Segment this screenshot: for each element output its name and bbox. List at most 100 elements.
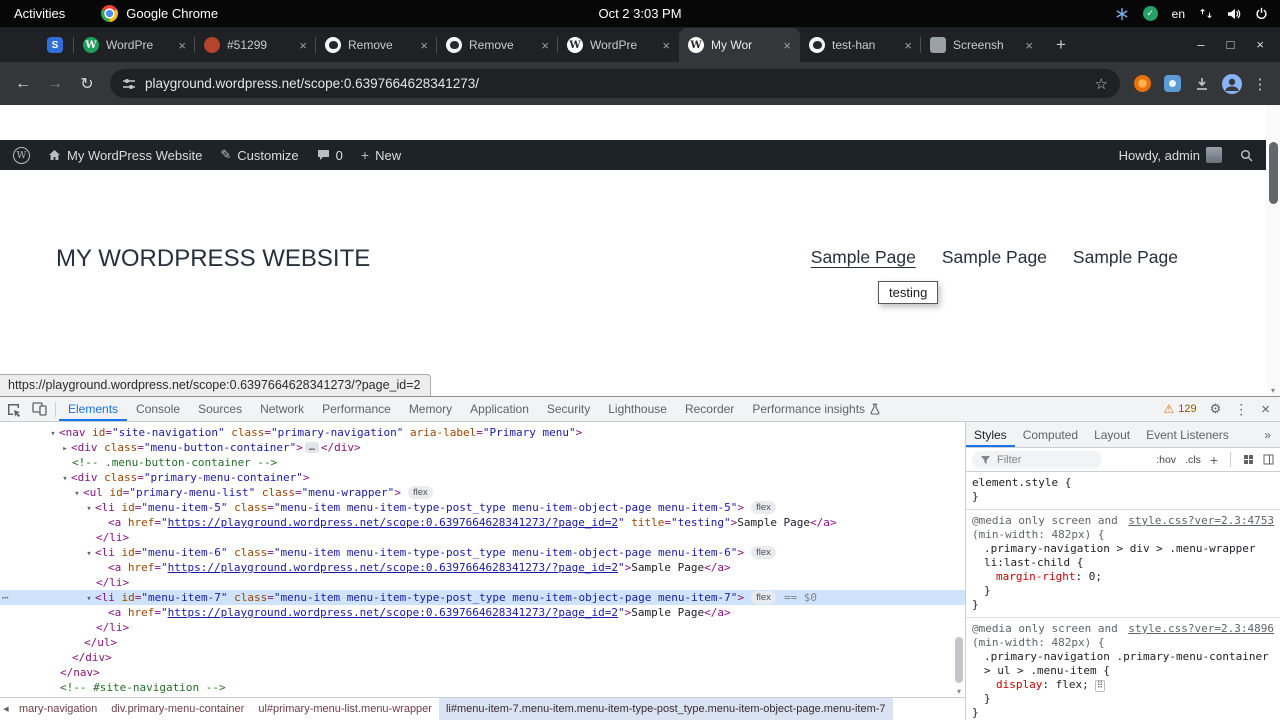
remote-share-icon[interactable]	[1115, 7, 1129, 21]
tab-close-icon[interactable]: ×	[299, 39, 307, 52]
tab-close-icon[interactable]: ×	[420, 39, 428, 52]
minimize-button[interactable]: –	[1197, 37, 1204, 52]
scroll-down-icon[interactable]: ▾	[1266, 386, 1280, 395]
scrollbar-thumb[interactable]	[955, 637, 963, 683]
device-toolbar-icon[interactable]	[26, 397, 52, 421]
stylesheet-source-link[interactable]: style.css?ver=2.3:4896	[1128, 622, 1274, 636]
browser-menu-icon[interactable]: ⋮	[1248, 75, 1272, 93]
pseudo-state-button[interactable]: :hov	[1156, 454, 1176, 466]
extension-icon[interactable]	[1128, 75, 1156, 92]
site-name-menu[interactable]: My WordPress Website	[39, 140, 211, 170]
admin-search[interactable]	[1231, 149, 1262, 162]
downloads-icon[interactable]	[1188, 76, 1216, 92]
page-menu-item[interactable]: Sample Page	[811, 247, 916, 268]
back-button[interactable]: ←	[8, 69, 38, 99]
updates-ready-icon[interactable]: ✓	[1142, 6, 1158, 21]
tab-close-icon[interactable]: ×	[904, 39, 912, 52]
overflow-dots-icon[interactable]: …	[304, 442, 319, 453]
wp-logo-menu[interactable]: W	[4, 140, 39, 170]
devtools-tab-recorder[interactable]: Recorder	[676, 397, 743, 421]
tab-close-icon[interactable]: ×	[783, 39, 791, 52]
profile-avatar-icon[interactable]	[1218, 73, 1246, 94]
browser-tab[interactable]: test-han ×	[800, 28, 921, 62]
rule-selector[interactable]: .primary-navigation > div > .menu-wrappe…	[972, 542, 1274, 570]
dom-tree-row[interactable]: ▾ <li id="menu-item-5" class="menu-item m…	[0, 500, 965, 515]
devtools-tab-memory[interactable]: Memory	[400, 397, 461, 421]
forward-button[interactable]: →	[40, 69, 70, 99]
url-text[interactable]: playground.wordpress.net/scope:0.6397664…	[145, 76, 1086, 91]
flex-badge[interactable]: flex	[751, 501, 776, 514]
dom-tree-row[interactable]: ▾ <ul id="primary-menu-list" class="menu-…	[0, 485, 965, 500]
dom-tree-row[interactable]: </li>	[0, 530, 965, 545]
sidebar-tab-layout[interactable]: Layout	[1086, 422, 1138, 447]
breadcrumb-item[interactable]: mary-navigation	[12, 698, 104, 720]
rule-selector[interactable]: .primary-navigation .primary-menu-contai…	[972, 650, 1274, 678]
keyboard-layout-indicator[interactable]: en	[1172, 7, 1185, 21]
breadcrumb-item[interactable]: div.primary-menu-container	[104, 698, 251, 720]
stylesheet-source-link[interactable]: style.css?ver=2.3:4753	[1128, 514, 1274, 528]
scrollbar-thumb[interactable]	[1269, 142, 1278, 204]
new-content-menu[interactable]: + New	[352, 140, 410, 170]
dom-tree-row[interactable]: <a href="https://playground.wordpress.ne…	[0, 515, 965, 530]
browser-tab[interactable]: Remove ×	[436, 28, 558, 62]
bookmark-star-icon[interactable]: ☆	[1095, 75, 1108, 93]
element-classes-button[interactable]: .cls	[1185, 454, 1201, 466]
flex-badge[interactable]: flex	[751, 546, 776, 559]
dom-tree-row[interactable]: <a href="https://playground.wordpress.ne…	[0, 605, 965, 620]
reload-button[interactable]: ↻	[72, 69, 102, 99]
site-title[interactable]: MY WORDPRESS WEBSITE	[56, 245, 370, 273]
comments-menu[interactable]: 0	[308, 140, 352, 170]
power-icon[interactable]	[1255, 7, 1268, 20]
dom-tree-row[interactable]: </li>	[0, 575, 965, 590]
settings-gear-icon[interactable]: ⚙	[1210, 401, 1222, 417]
browser-tab[interactable]: #51299 ×	[194, 28, 316, 62]
styles-filter-input[interactable]: Filter	[972, 451, 1102, 468]
devtools-tab-sources[interactable]: Sources	[189, 397, 251, 421]
row-menu-icon[interactable]: ⋯	[2, 590, 9, 605]
page-menu-item[interactable]: Sample Page	[942, 247, 1047, 268]
flex-editor-icon[interactable]: ⠿	[1094, 680, 1106, 692]
css-property[interactable]: margin-right: 0;	[972, 570, 1274, 584]
tab-close-icon[interactable]: ×	[178, 39, 186, 52]
network-transfer-icon[interactable]	[1199, 8, 1213, 19]
address-bar[interactable]: playground.wordpress.net/scope:0.6397664…	[110, 69, 1120, 98]
browser-tab[interactable]: W WordPre ×	[73, 28, 195, 62]
volume-icon[interactable]	[1227, 8, 1241, 20]
dom-tree-row[interactable]: <a href="https://playground.wordpress.ne…	[0, 560, 965, 575]
page-menu-item[interactable]: Sample Page	[1073, 247, 1178, 268]
tab-close-icon[interactable]: ×	[541, 39, 549, 52]
dom-tree-row[interactable]: </ul>	[0, 635, 965, 650]
dom-tree-row[interactable]: </div>	[0, 650, 965, 665]
computed-panel-icon[interactable]	[1263, 454, 1274, 465]
new-tab-button[interactable]: +	[1046, 30, 1076, 60]
site-settings-icon[interactable]	[122, 77, 136, 91]
devtools-tab-security[interactable]: Security	[538, 397, 599, 421]
dom-tree-row[interactable]: ▾ <div class="primary-menu-container">	[0, 470, 965, 485]
devtools-tab-network[interactable]: Network	[251, 397, 313, 421]
close-window-button[interactable]: ×	[1256, 37, 1264, 52]
rule-selector[interactable]: element.style {	[972, 476, 1274, 490]
devtools-tab-console[interactable]: Console	[127, 397, 189, 421]
devtools-tab-application[interactable]: Application	[461, 397, 538, 421]
devtools-close-icon[interactable]: ×	[1261, 401, 1270, 418]
dom-tree-row[interactable]: ▾ <li id="menu-item-6" class="menu-item m…	[0, 545, 965, 560]
scroll-down-icon[interactable]: ▾	[953, 687, 965, 696]
dom-tree-row[interactable]: <!-- .menu-button-container -->	[0, 455, 965, 470]
my-account-menu[interactable]: Howdy, admin	[1110, 147, 1231, 163]
devtools-tab-lighthouse[interactable]: Lighthouse	[599, 397, 676, 421]
browser-tab[interactable]: W My Wor ×	[679, 28, 800, 62]
css-property[interactable]: display: flex; ⠿	[972, 678, 1274, 692]
tab-close-icon[interactable]: ×	[662, 39, 670, 52]
inspect-element-icon[interactable]	[0, 397, 26, 421]
page-scrollbar[interactable]: ▾	[1266, 105, 1280, 396]
browser-tab[interactable]: Screensh ×	[920, 28, 1042, 62]
crumb-scroll-left-icon[interactable]: ◀	[0, 705, 12, 713]
dom-tree-row[interactable]: <!-- #site-navigation -->	[0, 680, 965, 695]
clock-menu[interactable]: Oct 2 3:03 PM	[598, 6, 681, 21]
sidebar-tab-computed[interactable]: Computed	[1015, 422, 1086, 447]
devtools-tab-performance[interactable]: Performance	[313, 397, 400, 421]
customize-menu[interactable]: ✎ Customize	[211, 140, 307, 170]
activities-button[interactable]: Activities	[0, 0, 79, 27]
browser-tab[interactable]: W WordPre ×	[557, 28, 679, 62]
dom-tree-row[interactable]: ▸ <div class="menu-button-container">… </d…	[0, 440, 965, 455]
